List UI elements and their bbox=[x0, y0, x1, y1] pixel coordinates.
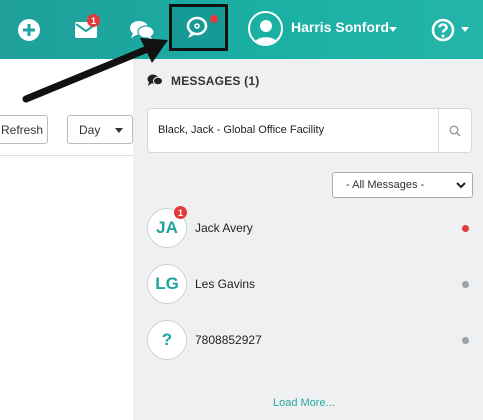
view-range-select[interactable]: Day bbox=[67, 115, 133, 144]
user-avatar[interactable] bbox=[248, 11, 283, 46]
chat-bubbles-icon bbox=[147, 74, 163, 86]
contact-name: Jack Avery bbox=[195, 221, 253, 235]
search-button[interactable] bbox=[439, 109, 471, 152]
contact-item[interactable]: ? 7808852927 bbox=[147, 320, 473, 360]
contact-name: Les Gavins bbox=[195, 277, 256, 291]
message-filter-value: - All Messages - bbox=[346, 179, 425, 191]
mail-badge: 1 bbox=[87, 14, 100, 27]
contact-search-value[interactable]: Black, Jack - Global Office Facility bbox=[158, 124, 324, 136]
message-search-icon bbox=[186, 16, 207, 38]
refresh-button[interactable]: Refresh bbox=[0, 115, 48, 144]
chevron-down-icon bbox=[115, 128, 123, 133]
messages-button[interactable] bbox=[169, 4, 228, 51]
contact-avatar: ? bbox=[147, 320, 187, 360]
mail-button[interactable] bbox=[71, 0, 101, 59]
question-circle-icon bbox=[431, 18, 455, 41]
status-dot bbox=[462, 225, 469, 232]
messages-notification-dot bbox=[210, 15, 218, 23]
contact-avatar: LG bbox=[147, 264, 187, 304]
add-button[interactable] bbox=[14, 0, 44, 59]
message-filter-select[interactable]: - All Messages - bbox=[332, 172, 473, 198]
contact-item[interactable]: LG Les Gavins bbox=[147, 264, 473, 304]
help-menu-caret-icon[interactable] bbox=[461, 27, 469, 32]
contact-name: 7808852927 bbox=[195, 333, 262, 347]
chevron-down-icon bbox=[456, 182, 466, 189]
user-name[interactable]: Harris Sonford bbox=[291, 19, 389, 35]
chat-button[interactable] bbox=[128, 0, 156, 59]
plus-circle-icon bbox=[18, 18, 40, 41]
chat-bubbles-icon bbox=[130, 20, 155, 40]
messages-title: MESSAGES (1) bbox=[171, 74, 260, 88]
view-range-value: Day bbox=[79, 122, 101, 137]
contact-item[interactable]: JA Jack Avery bbox=[147, 208, 473, 248]
contact-unread-badge: 1 bbox=[174, 206, 187, 219]
search-icon bbox=[449, 124, 461, 137]
user-menu-caret-icon[interactable] bbox=[389, 27, 397, 32]
load-more-link[interactable]: Load More... bbox=[273, 397, 335, 409]
user-icon bbox=[253, 20, 278, 44]
status-dot bbox=[462, 337, 469, 344]
status-dot bbox=[462, 281, 469, 288]
help-button[interactable] bbox=[430, 0, 456, 59]
